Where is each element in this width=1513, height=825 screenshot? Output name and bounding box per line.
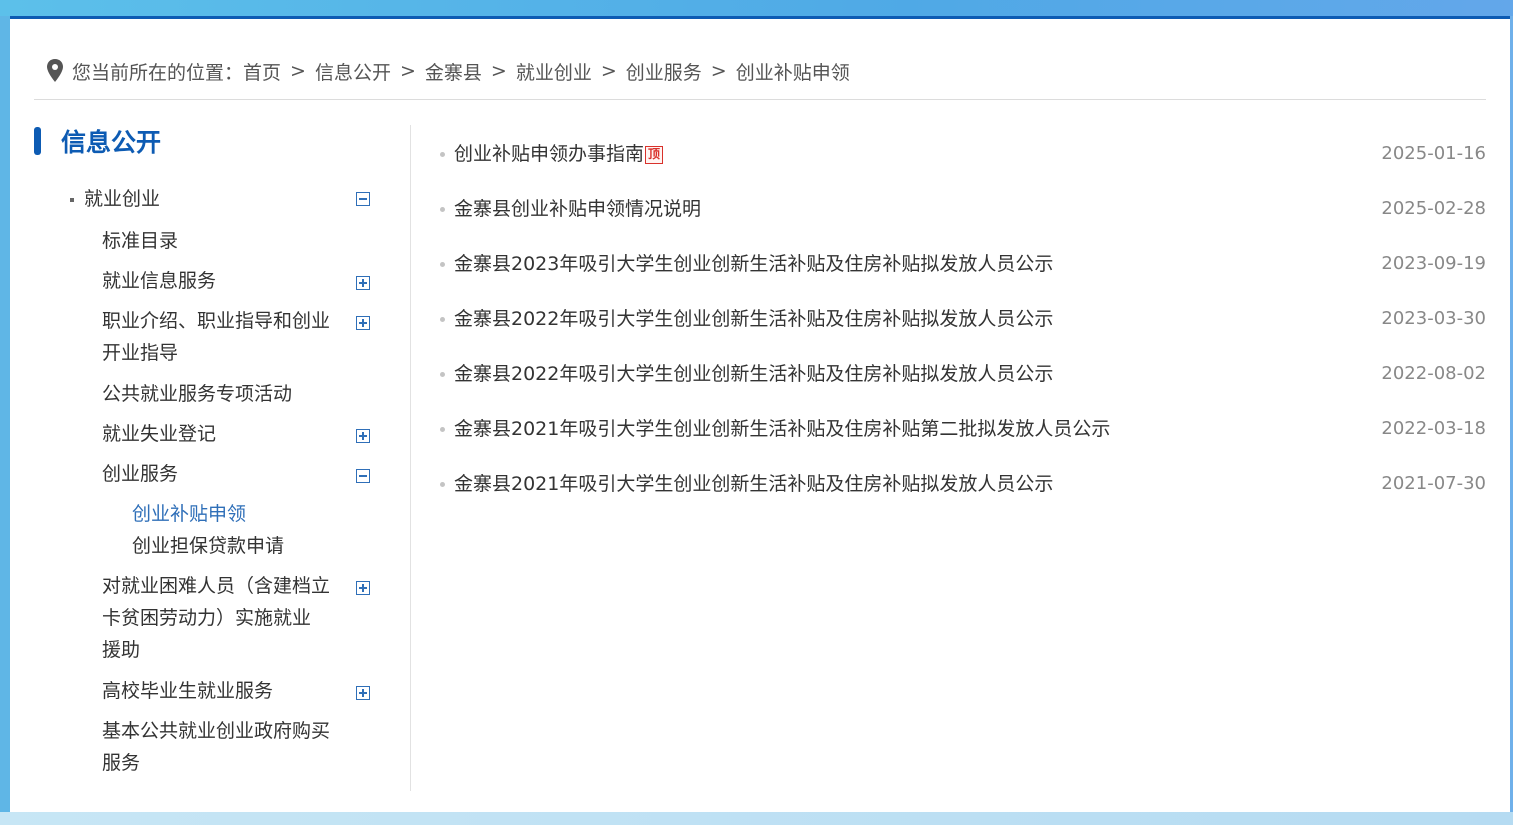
expand-icon[interactable] [356, 581, 370, 595]
sidebar-item-employment-info[interactable]: 就业信息服务 [102, 265, 342, 297]
list-item-title[interactable]: 金寨县创业补贴申领情况说明 [454, 193, 701, 225]
breadcrumb-prefix: 您当前所在的位置： [72, 61, 244, 84]
sidebar-item-career-guidance[interactable]: 职业介绍、职业指导和创业 开业指导 [102, 305, 342, 369]
sidebar-item-employment[interactable]: 就业创业 [84, 183, 160, 215]
expand-icon[interactable] [356, 316, 370, 330]
bullet-icon [440, 262, 445, 267]
title-accent-bar [34, 127, 41, 155]
list-item[interactable]: 金寨县2022年吸引大学生创业创新生活补贴及住房补贴拟发放人员公示 2022-0… [440, 358, 1486, 390]
sidebar-title: 信息公开 [34, 123, 161, 159]
bullet-icon [440, 317, 445, 322]
sidebar-item-label: 服务 [102, 752, 141, 774]
bullet-icon [440, 427, 445, 432]
breadcrumb-divider [34, 99, 1486, 100]
list-item-date: 2023-09-19 [1381, 253, 1486, 274]
list-item-date: 2022-03-18 [1381, 418, 1486, 439]
list-item-title[interactable]: 创业补贴申领办事指南顶 [454, 138, 664, 170]
sidebar-item-label: 对就业困难人员（含建档立 [102, 575, 331, 597]
list-item[interactable]: 创业补贴申领办事指南顶 2025-01-16 [440, 138, 1486, 170]
list-item[interactable]: 金寨县2021年吸引大学生创业创新生活补贴及住房补贴拟发放人员公示 2021-0… [440, 468, 1486, 500]
breadcrumb-employment[interactable]: 就业创业 [516, 58, 592, 85]
sidebar-item-government-purchase[interactable]: 基本公共就业创业政府购买 服务 [102, 715, 342, 779]
list-item[interactable]: 金寨县2022年吸引大学生创业创新生活补贴及住房补贴拟发放人员公示 2023-0… [440, 303, 1486, 335]
list-item-title[interactable]: 金寨县2022年吸引大学生创业创新生活补贴及住房补贴拟发放人员公示 [454, 303, 1053, 335]
expand-icon[interactable] [356, 686, 370, 700]
sidebar-item-label: 援助 [102, 639, 141, 661]
sidebar-divider [410, 125, 411, 791]
sidebar-item-label: 职业介绍、职业指导和创业 [102, 310, 331, 332]
breadcrumb-home[interactable]: 首页 [243, 58, 281, 85]
top-banner-band [0, 0, 1513, 16]
sidebar-item-assistance[interactable]: 对就业困难人员（含建档立 卡贫困劳动力）实施就业 援助 [102, 570, 342, 666]
sidebar-item-graduates[interactable]: 高校毕业生就业服务 [102, 675, 342, 707]
list-item[interactable]: 金寨县创业补贴申领情况说明 2025-02-28 [440, 193, 1486, 225]
list-item-title[interactable]: 金寨县2023年吸引大学生创业创新生活补贴及住房补贴拟发放人员公示 [454, 248, 1053, 280]
breadcrumb-info-public[interactable]: 信息公开 [315, 58, 391, 85]
list-item-date: 2023-03-30 [1381, 308, 1486, 329]
breadcrumb-county[interactable]: 金寨县 [425, 58, 482, 85]
pinned-top-icon: 顶 [645, 145, 664, 164]
list-item[interactable]: 金寨县2021年吸引大学生创业创新生活补贴及住房补贴第二批拟发放人员公示 202… [440, 413, 1486, 445]
bullet-icon [440, 372, 445, 377]
content-panel: 您当前所在的位置： 首页 > 信息公开 > 金寨县 > 就业创业 > 创业服务 … [10, 16, 1510, 812]
breadcrumb-separator: > [710, 60, 727, 82]
sidebar-item-startup-services[interactable]: 创业服务 [102, 458, 342, 490]
sidebar-item-public-activities[interactable]: 公共就业服务专项活动 [102, 378, 342, 410]
sidebar-item-label: 基本公共就业创业政府购买 [102, 720, 331, 742]
breadcrumb-startup-services[interactable]: 创业服务 [626, 58, 702, 85]
breadcrumb: 您当前所在的位置： 首页 > 信息公开 > 金寨县 > 就业创业 > 创业服务 … [46, 55, 850, 87]
list-item-title[interactable]: 金寨县2021年吸引大学生创业创新生活补贴及住房补贴拟发放人员公示 [454, 468, 1053, 500]
list-item-title-text: 创业补贴申领办事指南 [454, 143, 645, 165]
list-item-date: 2022-08-02 [1381, 363, 1486, 384]
sidebar-item-registration[interactable]: 就业失业登记 [102, 418, 342, 450]
breadcrumb-separator: > [490, 60, 507, 82]
sidebar-item-label: 卡贫困劳动力）实施就业 [102, 607, 312, 629]
collapse-icon[interactable] [356, 192, 370, 206]
breadcrumb-separator: > [600, 60, 617, 82]
bullet-icon [440, 207, 445, 212]
sidebar-title-text: 信息公开 [61, 128, 162, 157]
expand-icon[interactable] [356, 429, 370, 443]
list-item-date: 2021-07-30 [1381, 473, 1486, 494]
list-item-title[interactable]: 金寨县2021年吸引大学生创业创新生活补贴及住房补贴第二批拟发放人员公示 [454, 413, 1110, 445]
bullet-icon [440, 152, 445, 157]
location-pin-icon [47, 59, 63, 82]
sidebar-item-startup-subsidy[interactable]: 创业补贴申领 [132, 498, 246, 530]
tree-bullet-icon [70, 198, 74, 202]
sidebar-item-startup-loan[interactable]: 创业担保贷款申请 [132, 530, 284, 562]
breadcrumb-current[interactable]: 创业补贴申领 [736, 58, 850, 85]
list-item-title[interactable]: 金寨县2022年吸引大学生创业创新生活补贴及住房补贴拟发放人员公示 [454, 358, 1053, 390]
expand-icon[interactable] [356, 276, 370, 290]
breadcrumb-separator: > [290, 60, 306, 82]
sidebar-item-label: 开业指导 [102, 342, 179, 364]
list-item-date: 2025-01-16 [1381, 143, 1486, 164]
list-item-date: 2025-02-28 [1381, 198, 1486, 219]
list-item[interactable]: 金寨县2023年吸引大学生创业创新生活补贴及住房补贴拟发放人员公示 2023-0… [440, 248, 1486, 280]
bottom-band [0, 812, 1513, 825]
breadcrumb-separator: > [399, 60, 416, 82]
collapse-icon[interactable] [356, 469, 370, 483]
sidebar-item-standard-catalog[interactable]: 标准目录 [102, 225, 342, 257]
bullet-icon [440, 482, 445, 487]
